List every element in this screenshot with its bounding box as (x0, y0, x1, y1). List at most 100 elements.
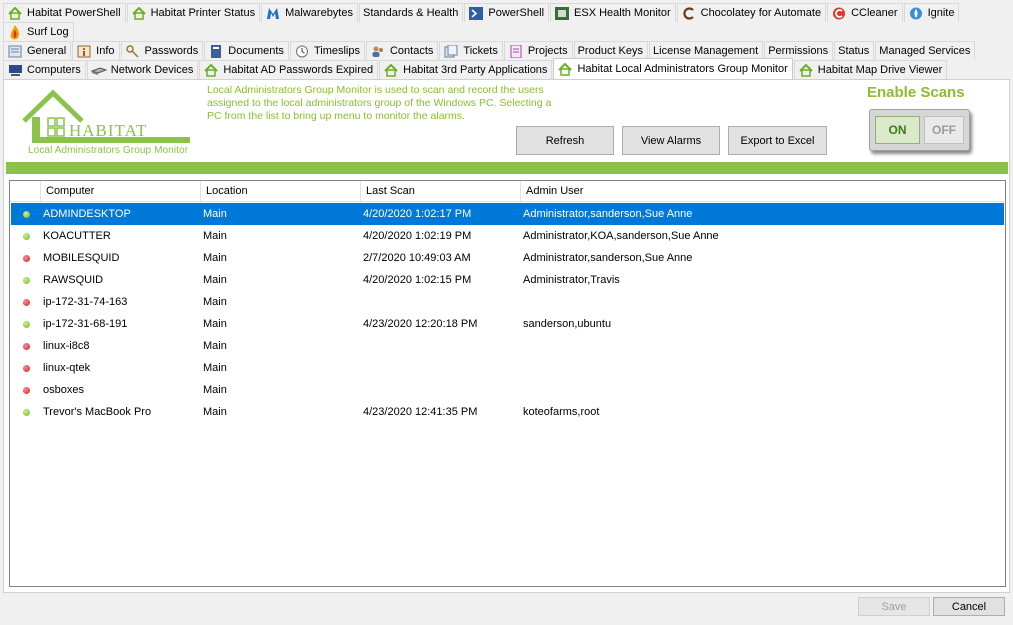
key-icon (125, 44, 141, 58)
tab-malwarebytes[interactable]: Malwarebytes (261, 3, 358, 22)
status-red-dot-icon (22, 386, 30, 394)
habitat-house-icon (557, 62, 573, 76)
location-cell: Main (203, 274, 227, 286)
table-row[interactable]: linux-i8c8 Main (11, 335, 1004, 357)
tab-general[interactable]: General (3, 41, 72, 60)
status-red-dot-icon (22, 342, 30, 350)
logo-subtitle: Local Administrators Group Monitor (28, 145, 189, 156)
location-cell: Main (203, 296, 227, 308)
column-header-location[interactable]: Location (201, 181, 361, 202)
table-row[interactable]: ADMINDESKTOP Main 4/20/2020 1:02:17 PM Admi… (11, 203, 1004, 225)
tab-habitat-local-administrators-group-monitor[interactable]: Habitat Local Administrators Group Monit… (553, 58, 793, 79)
tab-computers[interactable]: Computers (3, 60, 86, 79)
ccleaner-icon (831, 6, 847, 20)
tab-network-devices[interactable]: Network Devices (86, 60, 199, 79)
habitat-logo: HABITAT Local Administrators Group Monit… (22, 85, 192, 160)
status-red-dot-icon (22, 364, 30, 372)
tab-habitat-powershell[interactable]: Habitat PowerShell (3, 3, 126, 22)
tab-ignite[interactable]: Ignite (903, 3, 960, 22)
tab-label: Passwords (144, 45, 199, 57)
tab-row-1: Habitat PowerShell Habitat Printer Status… (3, 3, 1010, 22)
table-row[interactable]: ip-172-31-74-163 Main (11, 291, 1004, 313)
export-to-excel-button[interactable]: Export to Excel (728, 126, 827, 155)
status-cell (11, 276, 41, 284)
column-header-last-scan[interactable]: Last Scan (361, 181, 521, 202)
tab-surf-log[interactable]: Surf Log (3, 22, 74, 41)
toggle-off[interactable]: OFF (924, 116, 964, 144)
computer-cell: linux-qtek (43, 362, 91, 374)
tab-managed-services[interactable]: Managed Services (875, 41, 976, 60)
enable-scans-toggle[interactable]: ON OFF (869, 109, 970, 151)
status-green-dot-icon (22, 276, 30, 284)
tab-documents[interactable]: Documents (204, 41, 289, 60)
cancel-button[interactable]: Cancel (933, 597, 1005, 616)
refresh-button[interactable]: Refresh (516, 126, 614, 155)
network-device-icon (90, 63, 107, 77)
table-row[interactable]: osboxes Main (11, 379, 1004, 401)
tab-label: Habitat AD Passwords Expired (223, 64, 374, 76)
tab-standards-health[interactable]: Standards & Health (358, 3, 464, 22)
status-green-dot-icon (22, 320, 30, 328)
tab-label: Network Devices (110, 64, 194, 76)
table-row[interactable]: RAWSQUID Main 4/20/2020 1:02:15 PM Administ… (11, 269, 1004, 291)
column-header-admin-user[interactable]: Admin User (521, 181, 1005, 202)
table-row[interactable]: Trevor's MacBook Pro Main 4/23/2020 12:41:… (11, 401, 1004, 423)
tab-row-3: General Info Passwords Documents Timeslips Co… (3, 41, 1010, 60)
table-row[interactable]: MOBILESQUID Main 2/7/2020 10:49:03 AM Admin… (11, 247, 1004, 269)
tab-ccleaner[interactable]: CCleaner (827, 3, 903, 22)
table-row[interactable]: linux-qtek Main (11, 357, 1004, 379)
tab-info[interactable]: Info (72, 41, 120, 60)
contacts-icon (370, 44, 386, 58)
table-row[interactable]: KOACUTTER Main 4/20/2020 1:02:19 PM Adminis… (11, 225, 1004, 247)
tab-esx-health-monitor[interactable]: ESX Health Monitor (550, 3, 676, 22)
ignite-icon (908, 6, 924, 20)
table-row[interactable]: ip-172-31-68-191 Main 4/23/2020 12:20:18 P… (11, 313, 1004, 335)
tab-powershell[interactable]: PowerShell (464, 3, 550, 22)
save-button[interactable]: Save (858, 597, 930, 616)
tab-label: Tickets (463, 45, 498, 57)
tab-status[interactable]: Status (834, 41, 875, 60)
info-icon (76, 44, 92, 58)
location-cell: Main (203, 318, 227, 330)
tab-chocolatey-for-automate[interactable]: Chocolatey for Automate (676, 3, 827, 22)
status-cell (11, 210, 41, 218)
habitat-house-icon (798, 63, 814, 77)
accent-bar (6, 162, 1008, 174)
tab-label: License Management (653, 45, 759, 57)
tab-label: Managed Services (879, 45, 971, 57)
status-cell (11, 342, 41, 350)
general-icon (7, 44, 23, 58)
status-cell (11, 386, 41, 394)
status-green-dot-icon (22, 210, 30, 218)
tab-habitat-ad-passwords-expired[interactable]: Habitat AD Passwords Expired (199, 60, 379, 79)
last-scan-cell: 2/7/2020 10:49:03 AM (363, 252, 471, 264)
tab-label: Habitat Local Administrators Group Monit… (577, 63, 788, 75)
computer-cell: RAWSQUID (43, 274, 104, 286)
tab-label: Chocolatey for Automate (700, 7, 822, 19)
toggle-on[interactable]: ON (875, 116, 920, 144)
location-cell: Main (203, 230, 227, 242)
page-description: Local Administrators Group Monitor is us… (207, 84, 552, 122)
view-alarms-button[interactable]: View Alarms (622, 126, 720, 155)
tab-contacts[interactable]: Contacts (365, 41, 439, 60)
tab-label: Status (838, 45, 870, 57)
location-cell: Main (203, 362, 227, 374)
location-cell: Main (203, 406, 227, 418)
computers-grid[interactable]: Computer Location Last Scan Admin User A… (9, 180, 1006, 587)
status-red-dot-icon (22, 298, 30, 306)
tab-tickets[interactable]: Tickets (439, 41, 503, 60)
enable-scans-label: Enable Scans (867, 84, 965, 101)
tab-habitat-map-drive-viewer[interactable]: Habitat Map Drive Viewer (793, 60, 948, 79)
tab-habitat-printer-status[interactable]: Habitat Printer Status (126, 3, 261, 22)
tab-habitat-3rd-party-applications[interactable]: Habitat 3rd Party Applications (379, 60, 553, 79)
powershell-icon (468, 6, 484, 20)
computer-cell: MOBILESQUID (43, 252, 120, 264)
column-header-computer[interactable]: Computer (41, 181, 201, 202)
last-scan-cell: 4/20/2020 1:02:19 PM (363, 230, 472, 242)
tab-passwords[interactable]: Passwords (120, 41, 204, 60)
status-green-dot-icon (22, 408, 30, 416)
tab-timeslips[interactable]: Timeslips (289, 41, 365, 60)
status-cell (11, 298, 41, 306)
tab-label: PowerShell (488, 7, 545, 19)
tab-label: Standards & Health (362, 7, 459, 19)
